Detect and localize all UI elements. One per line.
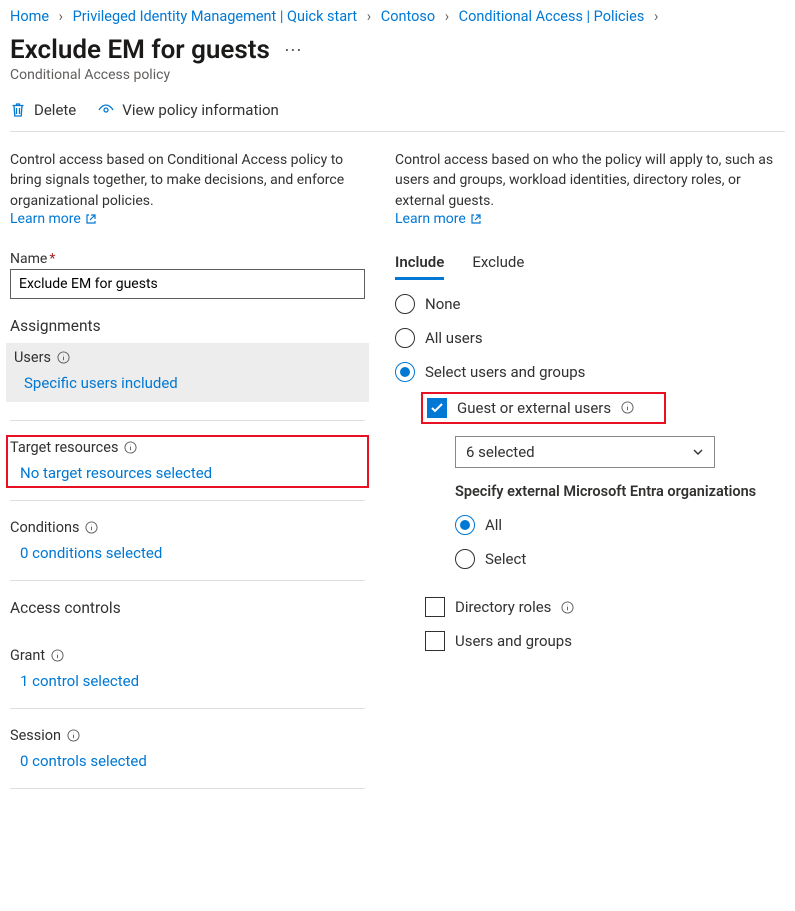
radio-none[interactable] bbox=[395, 294, 415, 314]
breadcrumb: Home › Privileged Identity Management | … bbox=[10, 8, 785, 25]
external-link-icon bbox=[85, 213, 97, 225]
guest-types-dropdown[interactable]: 6 selected bbox=[455, 436, 715, 468]
more-actions-button[interactable]: ⋯ bbox=[284, 40, 302, 61]
radio-org-select-label: Select bbox=[485, 550, 526, 568]
delete-label: Delete bbox=[34, 101, 76, 119]
view-policy-info-label: View policy information bbox=[122, 101, 279, 119]
assignments-header: Assignments bbox=[10, 317, 365, 335]
radio-org-select[interactable] bbox=[455, 549, 475, 569]
page-title: Exclude EM for guests bbox=[10, 35, 270, 65]
dropdown-value: 6 selected bbox=[466, 443, 535, 461]
users-panel-description: Control access based on who the policy w… bbox=[395, 150, 785, 211]
users-learn-more-link[interactable]: Learn more bbox=[395, 211, 482, 227]
view-policy-info-button[interactable]: View policy information bbox=[98, 101, 279, 119]
radio-select-users-groups[interactable] bbox=[395, 362, 415, 382]
external-link-icon bbox=[470, 213, 482, 225]
target-resources-highlight: Target resources No target resources sel… bbox=[6, 435, 369, 488]
checkbox-directory-roles-label: Directory roles bbox=[455, 598, 551, 616]
grant-label: Grant bbox=[10, 647, 45, 664]
policy-description: Control access based on Conditional Acce… bbox=[10, 150, 365, 211]
target-resources-value[interactable]: No target resources selected bbox=[10, 464, 365, 482]
chevron-right-icon: › bbox=[367, 8, 371, 25]
eye-icon bbox=[98, 102, 114, 118]
radio-org-all-label: All bbox=[485, 516, 502, 534]
learn-more-text: Learn more bbox=[10, 211, 81, 227]
name-field-label: Name* bbox=[10, 251, 365, 267]
info-icon[interactable] bbox=[57, 351, 70, 364]
check-icon bbox=[430, 401, 444, 415]
checkbox-guest-external[interactable] bbox=[427, 398, 447, 418]
chevron-right-icon: › bbox=[445, 8, 449, 25]
info-icon[interactable] bbox=[561, 601, 574, 614]
policy-name-input[interactable] bbox=[10, 269, 365, 299]
target-resources-label: Target resources bbox=[10, 439, 118, 456]
chevron-right-icon: › bbox=[654, 8, 658, 25]
conditions-label: Conditions bbox=[10, 519, 79, 536]
target-resources-item[interactable]: Target resources bbox=[10, 439, 365, 456]
page-subtitle: Conditional Access policy bbox=[10, 67, 785, 83]
access-controls-header: Access controls bbox=[10, 599, 365, 617]
breadcrumb-ca-policies[interactable]: Conditional Access | Policies bbox=[459, 8, 645, 25]
radio-all-users-label: All users bbox=[425, 329, 483, 347]
checkbox-users-and-groups[interactable] bbox=[425, 631, 445, 651]
radio-org-all[interactable] bbox=[455, 515, 475, 535]
users-value[interactable]: Specific users included bbox=[14, 374, 361, 392]
grant-item[interactable]: Grant bbox=[10, 647, 365, 664]
breadcrumb-pim[interactable]: Privileged Identity Management | Quick s… bbox=[73, 8, 358, 25]
required-indicator: * bbox=[49, 251, 55, 267]
chevron-right-icon: › bbox=[59, 8, 63, 25]
session-value[interactable]: 0 controls selected bbox=[10, 752, 365, 770]
info-icon[interactable] bbox=[67, 729, 80, 742]
learn-more-text: Learn more bbox=[395, 211, 466, 227]
delete-button[interactable]: Delete bbox=[10, 101, 76, 119]
radio-none-label: None bbox=[425, 295, 461, 313]
conditions-item[interactable]: Conditions bbox=[10, 519, 365, 536]
command-bar: Delete View policy information bbox=[10, 101, 785, 132]
info-icon[interactable] bbox=[51, 649, 64, 662]
users-label: Users bbox=[14, 349, 51, 366]
tab-include[interactable]: Include bbox=[395, 253, 444, 280]
checkbox-guest-external-label: Guest or external users bbox=[457, 399, 611, 417]
breadcrumb-home[interactable]: Home bbox=[10, 8, 49, 25]
checkbox-users-and-groups-label: Users and groups bbox=[455, 632, 572, 650]
session-label: Session bbox=[10, 727, 61, 744]
users-item[interactable]: Users bbox=[14, 349, 361, 366]
tab-exclude[interactable]: Exclude bbox=[472, 253, 524, 280]
chevron-down-icon bbox=[692, 446, 704, 458]
breadcrumb-contoso[interactable]: Contoso bbox=[381, 8, 435, 25]
checkbox-directory-roles[interactable] bbox=[425, 597, 445, 617]
radio-all-users[interactable] bbox=[395, 328, 415, 348]
grant-value[interactable]: 1 control selected bbox=[10, 672, 365, 690]
conditions-value[interactable]: 0 conditions selected bbox=[10, 544, 365, 562]
session-item[interactable]: Session bbox=[10, 727, 365, 744]
specify-org-header: Specify external Microsoft Entra organiz… bbox=[455, 482, 785, 502]
trash-icon bbox=[10, 102, 26, 118]
info-icon[interactable] bbox=[621, 401, 634, 414]
learn-more-link[interactable]: Learn more bbox=[10, 211, 97, 227]
info-icon[interactable] bbox=[124, 441, 137, 454]
radio-select-users-groups-label: Select users and groups bbox=[425, 363, 585, 381]
guest-external-highlight: Guest or external users bbox=[421, 392, 666, 424]
info-icon[interactable] bbox=[85, 521, 98, 534]
